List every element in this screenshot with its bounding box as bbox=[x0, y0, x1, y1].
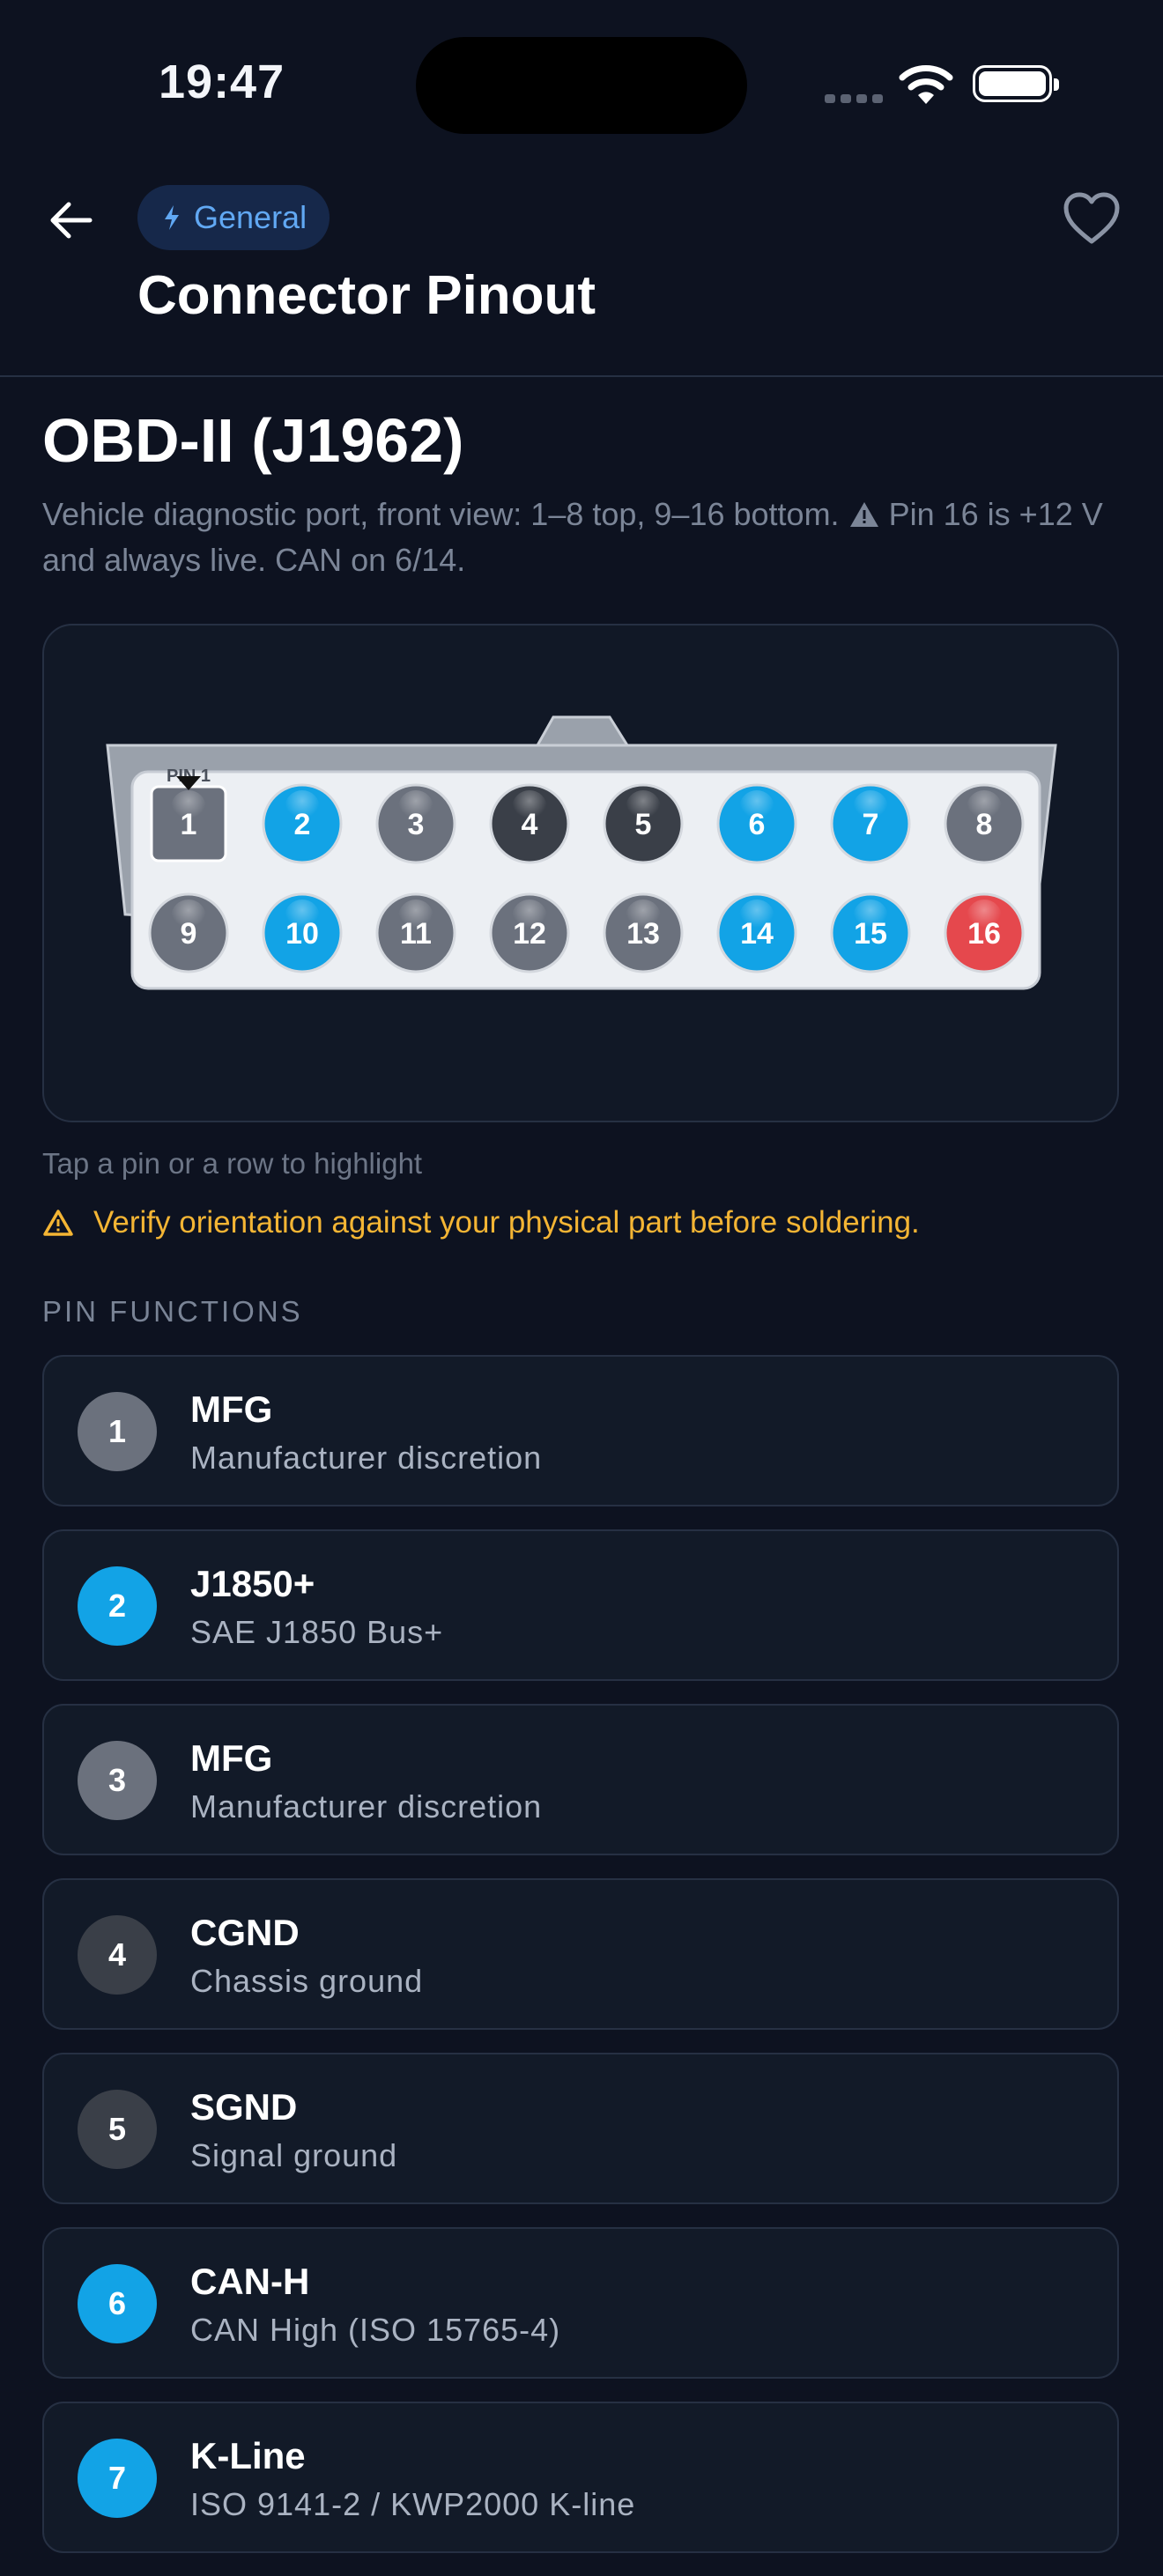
connector-pin-label: 5 bbox=[635, 808, 652, 841]
pin-number-badge: 1 bbox=[78, 1392, 157, 1471]
connector-pin-13[interactable]: 13 bbox=[603, 892, 684, 973]
pin-function-row[interactable]: 1 MFG Manufacturer discretion bbox=[42, 1355, 1119, 1506]
warning-icon bbox=[849, 502, 878, 527]
connector-pin-14[interactable]: 14 bbox=[716, 892, 797, 973]
category-chip[interactable]: General bbox=[137, 185, 330, 250]
pin-function-name: K-Line bbox=[190, 2435, 306, 2476]
screen-title: Connector Pinout bbox=[137, 265, 596, 326]
pin-function-description: Chassis ground bbox=[190, 1963, 424, 1999]
pin-function-row[interactable]: 6 CAN-H CAN High (ISO 15765-4) bbox=[42, 2227, 1119, 2379]
connector-description: Vehicle diagnostic port, front view: 1–8… bbox=[42, 492, 1126, 583]
pin-function-name: CGND bbox=[190, 1912, 300, 1953]
pin-number-badge: 7 bbox=[78, 2439, 157, 2518]
connector-pin-label: 14 bbox=[740, 917, 774, 951]
connector-pin-label: 3 bbox=[408, 808, 425, 841]
connector-diagram-card: 1PIN 12345678910111213141516 bbox=[42, 624, 1119, 1122]
status-bar: 19:47 bbox=[0, 0, 1163, 167]
pin-function-row[interactable]: 5 SGND Signal ground bbox=[42, 2053, 1119, 2204]
connector-pin-label: 2 bbox=[294, 808, 311, 841]
connector-pin-label: 6 bbox=[749, 808, 766, 841]
pin-function-row[interactable]: 3 MFG Manufacturer discretion bbox=[42, 1704, 1119, 1855]
connector-pin-6[interactable]: 6 bbox=[716, 783, 797, 864]
pin-number-badge: 4 bbox=[78, 1915, 157, 1995]
connector-pin-7[interactable]: 7 bbox=[830, 783, 911, 864]
header-divider bbox=[0, 375, 1163, 377]
connector-pin-10[interactable]: 10 bbox=[262, 892, 343, 973]
connector-diagram: 1PIN 12345678910111213141516 bbox=[106, 715, 1057, 990]
connector-pin-label: 8 bbox=[976, 808, 993, 841]
connector-pin-label: 15 bbox=[854, 917, 887, 951]
pin-function-row[interactable]: 4 CGND Chassis ground bbox=[42, 1878, 1119, 2030]
pin-number-badge: 6 bbox=[78, 2264, 157, 2343]
pin-number-badge: 2 bbox=[78, 1566, 157, 1646]
pin-function-name: CAN-H bbox=[190, 2261, 310, 2302]
connector-pin-2[interactable]: 2 bbox=[262, 783, 343, 864]
connector-pin-label: 4 bbox=[522, 808, 538, 841]
heart-icon[interactable] bbox=[1063, 192, 1121, 245]
connector-pin-label: 13 bbox=[626, 917, 660, 951]
connector-pin-4[interactable]: 4 bbox=[489, 783, 570, 864]
pin-function-name: J1850+ bbox=[190, 1563, 315, 1604]
arrow-left-icon[interactable] bbox=[44, 194, 97, 247]
connector-pin-5[interactable]: 5 bbox=[603, 783, 684, 864]
pin-function-row[interactable]: 2 J1850+ SAE J1850 Bus+ bbox=[42, 1529, 1119, 1681]
connector-key-tab bbox=[535, 715, 630, 747]
connector-pin-12[interactable]: 12 bbox=[489, 892, 570, 973]
pin-function-description: Manufacturer discretion bbox=[190, 1440, 543, 1476]
description-text: Vehicle diagnostic port, front view: 1–8… bbox=[42, 496, 840, 532]
connector-pin-label: 1 bbox=[181, 808, 197, 841]
connector-title: OBD-II (J1962) bbox=[42, 406, 464, 475]
connector-pin-1[interactable]: 1 bbox=[150, 785, 227, 862]
pin-function-name: MFG bbox=[190, 1737, 273, 1779]
pin-number-badge: 5 bbox=[78, 2090, 157, 2169]
pin-function-name: SGND bbox=[190, 2086, 298, 2128]
status-time: 19:47 bbox=[159, 56, 285, 108]
connector-pin-11[interactable]: 11 bbox=[375, 892, 456, 973]
connector-pin-8[interactable]: 8 bbox=[944, 783, 1025, 864]
connector-pin-16[interactable]: 16 bbox=[944, 892, 1025, 973]
battery-icon bbox=[973, 65, 1059, 102]
wifi-icon bbox=[899, 65, 953, 104]
connector-pin-label: 7 bbox=[863, 808, 879, 841]
connector-pin-9[interactable]: 9 bbox=[148, 892, 229, 973]
pin-function-description: CAN High (ISO 15765-4) bbox=[190, 2312, 561, 2348]
caution-icon bbox=[43, 1210, 73, 1236]
pin-number-badge: 3 bbox=[78, 1741, 157, 1820]
caution-text: Verify orientation against your physical… bbox=[93, 1205, 920, 1240]
dynamic-island bbox=[416, 37, 747, 134]
connector-pin-label: 9 bbox=[181, 917, 197, 951]
bolt-icon bbox=[165, 205, 179, 230]
connector-pin-15[interactable]: 15 bbox=[830, 892, 911, 973]
pin-function-description: Signal ground bbox=[190, 2137, 398, 2173]
pin-function-row[interactable]: 7 K-Line ISO 9141-2 / KWP2000 K-line bbox=[42, 2402, 1119, 2553]
category-chip-label: General bbox=[194, 199, 307, 235]
connector-pin-label: 12 bbox=[513, 917, 546, 951]
connector-pin-label: 11 bbox=[400, 917, 432, 951]
diagram-hint: Tap a pin or a row to highlight bbox=[42, 1147, 423, 1180]
pin-function-description: Manufacturer discretion bbox=[190, 1788, 543, 1825]
pin-function-description: SAE J1850 Bus+ bbox=[190, 1614, 444, 1650]
connector-pin-3[interactable]: 3 bbox=[375, 783, 456, 864]
caution-note: Verify orientation against your physical… bbox=[42, 1205, 920, 1240]
pin-functions-heading: PIN FUNCTIONS bbox=[42, 1295, 303, 1328]
connector-pin-label: 16 bbox=[967, 917, 1001, 951]
pin-function-description: ISO 9141-2 / KWP2000 K-line bbox=[190, 2486, 636, 2522]
connector-pin-label: 10 bbox=[285, 917, 319, 951]
pin-function-name: MFG bbox=[190, 1388, 273, 1430]
cellular-signal-icon bbox=[825, 92, 888, 107]
pin-function-list: 1 MFG Manufacturer discretion 2 J1850+ SAE J1… bbox=[42, 1355, 1119, 2576]
